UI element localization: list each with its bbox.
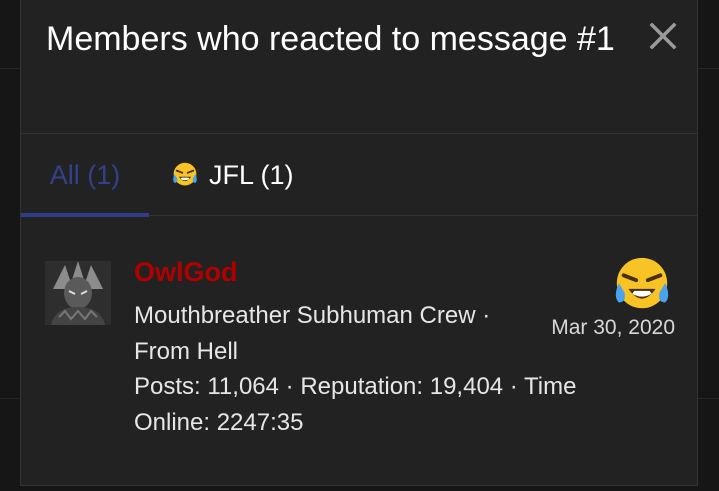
reactions-modal: Members who reacted to message #1 All (1…: [20, 0, 698, 486]
tab-jfl-label: JFL (1): [209, 159, 294, 190]
avatar[interactable]: [45, 261, 111, 325]
reaction-tabs: All (1) JFL (1): [21, 134, 697, 217]
member-username[interactable]: OwlGod: [134, 257, 238, 288]
modal-header: Members who reacted to message #1: [21, 0, 697, 134]
member-user-title: Mouthbreather Subhuman Crew · From Hell: [134, 302, 491, 365]
tab-jfl[interactable]: JFL (1): [171, 134, 294, 216]
crying-laughing-emoji-icon: [615, 257, 669, 309]
tab-all-label: All (1): [49, 159, 121, 190]
reaction-date: Mar 30, 2020: [551, 316, 675, 339]
member-stats: Posts: 11,064 · Reputation: 19,404 · Tim…: [134, 373, 577, 436]
close-button[interactable]: [647, 20, 679, 52]
member-row: OwlGod Mouthbreather Subhuman Crew · Fro…: [21, 216, 697, 476]
modal-title: Members who reacted to message #1: [46, 20, 615, 58]
crying-laughing-emoji-icon: [173, 162, 197, 186]
avatar-image: [45, 261, 111, 325]
tab-all[interactable]: All (1): [21, 134, 149, 217]
close-icon: [649, 22, 677, 50]
